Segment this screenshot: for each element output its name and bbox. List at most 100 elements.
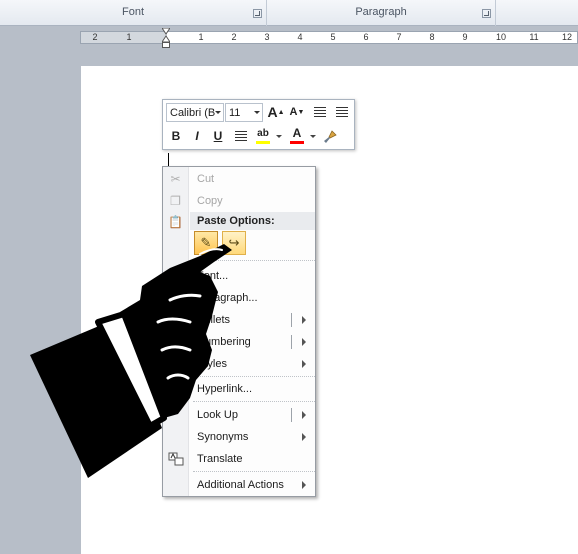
copy-icon: ❐ bbox=[170, 194, 181, 208]
ruler-number: 3 bbox=[264, 32, 270, 42]
paste-options-heading: Paste Options: bbox=[190, 212, 315, 230]
menu-item-styles[interactable]: A Styles bbox=[163, 353, 315, 375]
ruler-number: 2 bbox=[92, 32, 98, 42]
numbering-icon: ☰ bbox=[170, 335, 181, 349]
font-group-label: Font bbox=[121, 6, 144, 18]
ruler-number: 1 bbox=[126, 32, 132, 42]
ruler-number: 4 bbox=[297, 32, 303, 42]
decrease-indent-button[interactable] bbox=[310, 103, 330, 122]
font-color-icon: A bbox=[292, 126, 302, 140]
ruler-number: 8 bbox=[429, 32, 435, 42]
menu-divider bbox=[193, 260, 315, 261]
styles-icon: A bbox=[171, 357, 180, 371]
underline-button[interactable]: U bbox=[208, 127, 228, 146]
paragraph-group: Paragraph bbox=[267, 0, 496, 26]
menu-item-translate[interactable]: Translate bbox=[163, 448, 315, 470]
center-align-icon bbox=[235, 131, 247, 141]
horizontal-ruler[interactable]: 2 1 1 2 3 4 5 6 7 8 9 10 11 12 bbox=[80, 31, 578, 44]
menu-item-bullets[interactable]: • Bullets bbox=[163, 309, 315, 331]
menu-item-label: Bullets bbox=[197, 314, 231, 326]
chevron-right-icon[interactable] bbox=[302, 411, 306, 419]
menu-item-look-up[interactable]: Look Up bbox=[163, 404, 315, 426]
italic-button[interactable]: I bbox=[187, 127, 207, 146]
highlight-color-swatch bbox=[256, 141, 270, 144]
chevron-down-icon bbox=[254, 111, 260, 114]
shrink-font-icon: A bbox=[289, 106, 298, 118]
menu-item-label: Paragraph... bbox=[197, 292, 258, 304]
split-separator bbox=[291, 313, 292, 327]
italic-icon: I bbox=[195, 129, 199, 143]
font-icon: A bbox=[171, 269, 180, 283]
ruler-number: 9 bbox=[462, 32, 468, 42]
paste-keep-formatting-button[interactable]: ✎ bbox=[194, 231, 218, 255]
context-menu: ✂ Cut ❐ Copy Paste Options: 📋 ✎ ↪ A Font… bbox=[162, 166, 316, 497]
menu-item-numbering[interactable]: ☰ Numbering bbox=[163, 331, 315, 353]
menu-divider bbox=[193, 471, 315, 472]
clipboard-icon: 📋 bbox=[168, 215, 183, 229]
chevron-right-icon[interactable] bbox=[302, 338, 306, 346]
paragraph-group-label: Paragraph bbox=[355, 6, 407, 18]
mini-toolbar: Calibri (B 11 A▲ A▼ B I U ab A bbox=[162, 99, 355, 150]
bullets-icon: • bbox=[173, 313, 178, 327]
menu-divider bbox=[193, 376, 315, 377]
translate-icon bbox=[167, 451, 184, 467]
synonyms-icon bbox=[167, 429, 184, 445]
format-painter-button[interactable] bbox=[320, 127, 340, 146]
paragraph-icon: ≡ bbox=[171, 291, 179, 305]
menu-item-additional-actions[interactable]: Additional Actions bbox=[163, 474, 315, 496]
ribbon-group-labels: Font Paragraph bbox=[0, 0, 578, 26]
menu-item-label: Hyperlink... bbox=[197, 383, 253, 395]
chevron-down-icon[interactable] bbox=[310, 135, 316, 138]
menu-item-hyperlink[interactable]: 🔗 Hyperlink... bbox=[163, 378, 315, 400]
grow-font-button[interactable]: A▲ bbox=[266, 103, 286, 122]
paintbrush-icon bbox=[324, 130, 337, 143]
menu-heading-label: Paste Options: bbox=[197, 215, 275, 227]
font-name-box[interactable]: Calibri (B bbox=[166, 103, 224, 122]
menu-divider bbox=[193, 401, 315, 402]
menu-item-paragraph[interactable]: ≡ Paragraph... bbox=[163, 287, 315, 309]
chevron-down-icon[interactable] bbox=[276, 135, 282, 138]
font-group: Font bbox=[0, 0, 267, 26]
lookup-icon bbox=[167, 407, 184, 423]
scissors-icon: ✂ bbox=[170, 172, 181, 186]
font-size-value: 11 bbox=[229, 107, 241, 119]
ruler-number: 5 bbox=[330, 32, 336, 42]
chevron-down-icon bbox=[215, 111, 221, 114]
bold-icon: B bbox=[171, 129, 181, 143]
menu-item-label: Synonyms bbox=[197, 431, 249, 443]
bold-button[interactable]: B bbox=[166, 127, 186, 146]
font-color-button[interactable]: A bbox=[287, 126, 307, 146]
menu-item-cut[interactable]: ✂ Cut bbox=[163, 168, 315, 190]
center-align-button[interactable] bbox=[231, 127, 251, 146]
shrink-font-button[interactable]: A▼ bbox=[287, 103, 307, 122]
menu-item-font[interactable]: A Font... bbox=[163, 265, 315, 287]
paste-merge-icon: ↪ bbox=[228, 235, 240, 250]
menu-item-label: Look Up bbox=[197, 409, 238, 421]
highlighter-icon: ab bbox=[257, 128, 269, 139]
menu-item-label: Styles bbox=[197, 358, 227, 370]
indent-marker[interactable] bbox=[161, 27, 171, 48]
ruler-number: 6 bbox=[363, 32, 369, 42]
font-dialog-launcher-icon[interactable] bbox=[253, 9, 262, 18]
paste-merge-formatting-button[interactable]: ↪ bbox=[222, 231, 246, 255]
split-separator bbox=[291, 408, 292, 422]
chevron-right-icon[interactable] bbox=[302, 316, 306, 324]
menu-item-label: Font... bbox=[197, 270, 229, 282]
chevron-right-icon bbox=[302, 360, 306, 368]
decrease-indent-icon bbox=[314, 107, 326, 117]
menu-item-synonyms[interactable]: Synonyms bbox=[163, 426, 315, 448]
font-size-box[interactable]: 11 bbox=[225, 103, 263, 122]
ruler-number: 10 bbox=[495, 32, 506, 42]
chevron-right-icon bbox=[302, 481, 306, 489]
menu-item-label: Additional Actions bbox=[197, 479, 284, 491]
highlight-button[interactable]: ab bbox=[253, 127, 273, 146]
increase-indent-button[interactable] bbox=[332, 103, 352, 122]
menu-item-label: Translate bbox=[197, 453, 243, 465]
chevron-right-icon bbox=[302, 433, 306, 441]
menu-item-copy[interactable]: ❐ Copy bbox=[163, 190, 315, 212]
increase-indent-icon bbox=[336, 107, 348, 117]
font-name-value: Calibri (B bbox=[170, 107, 216, 119]
text-cursor bbox=[168, 153, 169, 166]
paragraph-dialog-launcher-icon[interactable] bbox=[482, 9, 491, 18]
ruler-number: 7 bbox=[396, 32, 402, 42]
